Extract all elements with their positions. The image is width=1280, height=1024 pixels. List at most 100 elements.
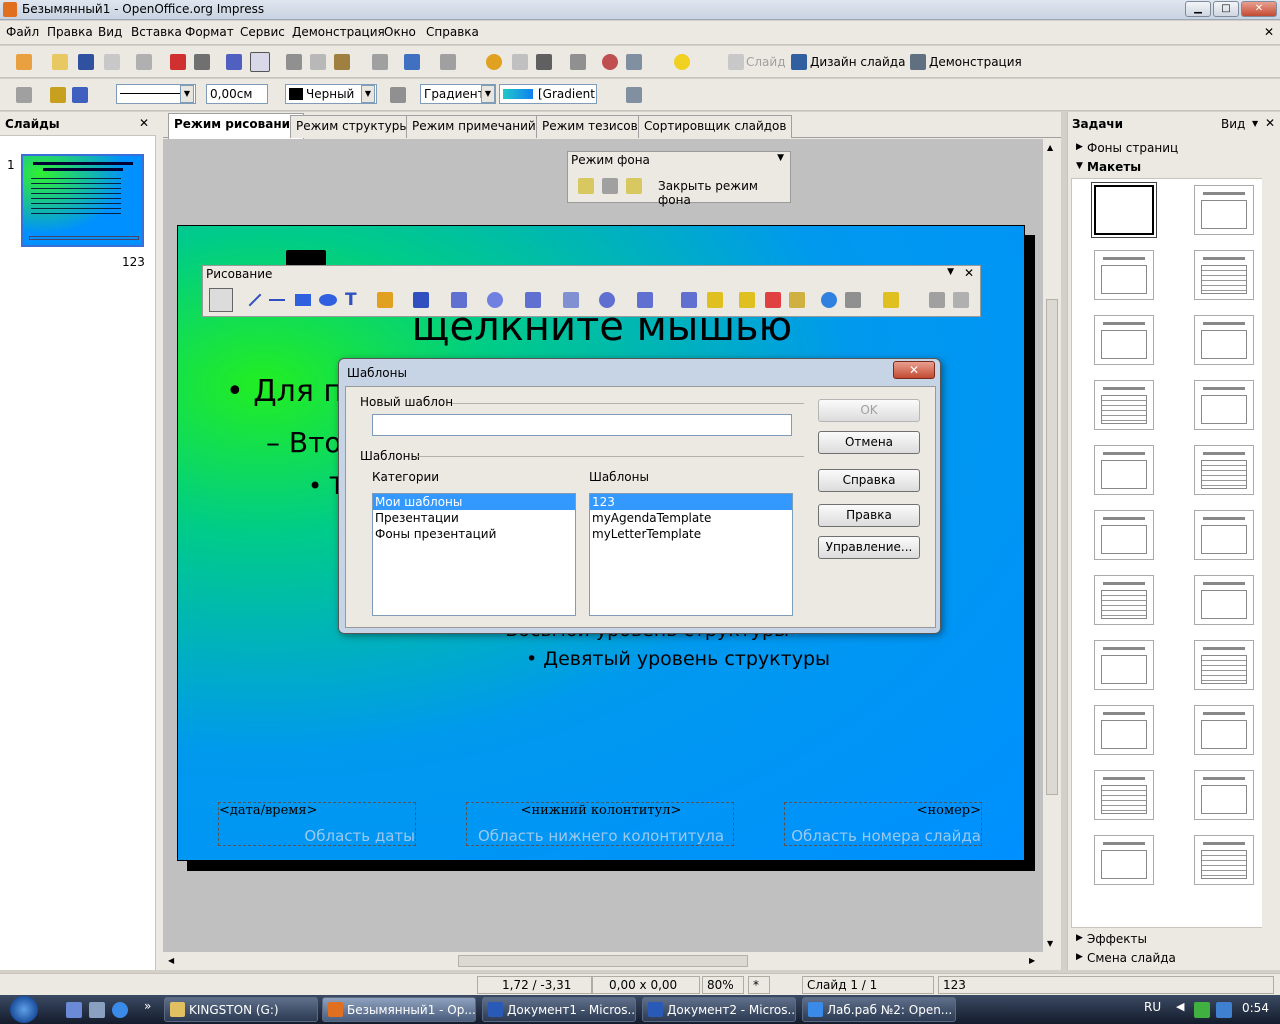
tray-expand-icon[interactable]: ◀ bbox=[1176, 1000, 1184, 1013]
ellipse-tool-icon[interactable] bbox=[319, 294, 337, 306]
gradient-select[interactable]: [Gradient 7 bbox=[499, 84, 597, 104]
cancel-button[interactable]: Отмена bbox=[818, 431, 920, 454]
points-icon[interactable] bbox=[681, 292, 697, 308]
master-pages-section[interactable]: Фоны страниц bbox=[1087, 141, 1178, 155]
text-tool-icon[interactable]: T bbox=[345, 290, 357, 310]
glue-points-icon[interactable] bbox=[707, 292, 723, 308]
layout-title-2text-obj[interactable] bbox=[1194, 575, 1254, 625]
navigator-icon[interactable] bbox=[602, 54, 618, 70]
edit-file-icon[interactable] bbox=[136, 54, 152, 70]
zoom-icon[interactable] bbox=[626, 54, 642, 70]
menu-file[interactable]: Файл bbox=[6, 25, 39, 39]
taskbar-item-word1[interactable]: Документ1 - Micros... bbox=[482, 997, 636, 1022]
spellcheck-icon[interactable] bbox=[226, 54, 242, 70]
tasks-view-menu[interactable]: Вид bbox=[1221, 117, 1245, 131]
rename-master-icon[interactable] bbox=[602, 178, 618, 194]
fontwork-gallery-icon[interactable] bbox=[739, 292, 755, 308]
close-master-view-button[interactable]: Закрыть режим фона bbox=[658, 179, 790, 207]
start-button[interactable] bbox=[0, 995, 56, 1024]
slides-pane-close-button[interactable]: ✕ bbox=[139, 116, 149, 130]
line-color-dropdown[interactable]: ▼ bbox=[361, 85, 375, 103]
layout-title-box[interactable] bbox=[1194, 315, 1254, 365]
flowchart-icon[interactable] bbox=[563, 292, 579, 308]
extrusion-icon[interactable] bbox=[929, 292, 945, 308]
redo-icon[interactable] bbox=[440, 54, 456, 70]
pane-splitter[interactable] bbox=[156, 112, 163, 970]
arrange-icon[interactable] bbox=[883, 292, 899, 308]
taskbar-item-impress[interactable]: Безымянный1 - Op... bbox=[322, 997, 476, 1022]
cut-icon[interactable] bbox=[286, 54, 302, 70]
gallery-icon[interactable] bbox=[789, 292, 805, 308]
chevron-down-icon[interactable]: ▼ bbox=[777, 153, 784, 163]
transition-section[interactable]: Смена слайда bbox=[1087, 951, 1176, 965]
rotate-icon[interactable] bbox=[821, 292, 837, 308]
select-pointer-icon[interactable] bbox=[209, 288, 233, 312]
chevron-down-icon[interactable]: ▼ bbox=[1252, 119, 1258, 128]
outline-level-1[interactable]: • Для п bbox=[226, 374, 343, 409]
layout-title-obj-text-2[interactable] bbox=[1194, 770, 1254, 820]
layout-title-text-obj[interactable] bbox=[1094, 575, 1154, 625]
new-template-input[interactable] bbox=[372, 414, 792, 436]
vertical-scroll-thumb[interactable] bbox=[1046, 299, 1058, 795]
layout-title-clipart-text[interactable] bbox=[1094, 445, 1154, 495]
layout-title-chart-2[interactable] bbox=[1194, 510, 1254, 560]
layout-title-text-chart[interactable] bbox=[1194, 445, 1254, 495]
menu-tools[interactable]: Сервис bbox=[240, 25, 285, 39]
line-icon[interactable] bbox=[50, 87, 66, 103]
layout-blank[interactable] bbox=[1091, 182, 1157, 238]
connector-tool-icon[interactable] bbox=[413, 292, 429, 308]
layout-title-4obj[interactable] bbox=[1094, 770, 1154, 820]
taskbar-item-browser[interactable]: Лаб.раб №2: Open... bbox=[802, 997, 956, 1022]
fill-type-dropdown[interactable]: ▼ bbox=[481, 85, 495, 103]
new-icon[interactable] bbox=[16, 54, 32, 70]
taskbar-item-word2[interactable]: Документ2 - Micros... bbox=[642, 997, 796, 1022]
save-icon[interactable] bbox=[78, 54, 94, 70]
layout-title-only[interactable] bbox=[1194, 185, 1254, 235]
slide-design-button[interactable]: Дизайн слайда bbox=[810, 55, 905, 69]
curve-tool-icon[interactable] bbox=[377, 292, 393, 308]
menu-view[interactable]: Вид bbox=[98, 25, 122, 39]
undo-icon[interactable] bbox=[404, 54, 420, 70]
tab-outline-view[interactable]: Режим структуры bbox=[290, 115, 415, 138]
layout-title-text-clipart[interactable] bbox=[1094, 510, 1154, 560]
line-width-input[interactable]: 0,00см bbox=[206, 84, 268, 104]
internet-explorer-icon[interactable] bbox=[112, 1002, 128, 1018]
language-indicator[interactable]: RU bbox=[1144, 1000, 1161, 1014]
switch-windows-icon[interactable] bbox=[89, 1002, 105, 1018]
layout-title-text[interactable] bbox=[1094, 250, 1154, 300]
scroll-up-icon[interactable]: ▲ bbox=[1047, 143, 1053, 152]
list-item[interactable]: myAgendaTemplate bbox=[590, 510, 792, 526]
slide-button[interactable]: Слайд bbox=[746, 55, 786, 69]
effects-section[interactable]: Эффекты bbox=[1087, 932, 1147, 946]
slideshow-button[interactable]: Демонстрация bbox=[929, 55, 1022, 69]
taskbar-item-kingston[interactable]: KINGSTON (G:) bbox=[164, 997, 318, 1022]
line-tool-icon[interactable] bbox=[248, 293, 262, 307]
scroll-left-icon[interactable]: ◀ bbox=[168, 956, 174, 965]
tasks-pane-close-button[interactable]: ✕ bbox=[1265, 116, 1275, 130]
templates-list[interactable]: 123 myAgendaTemplate myLetterTemplate bbox=[589, 493, 793, 616]
area-icon[interactable] bbox=[390, 87, 406, 103]
rectangle-tool-icon[interactable] bbox=[295, 294, 311, 306]
callouts-icon[interactable] bbox=[599, 292, 615, 308]
vertical-scrollbar[interactable]: ▲ ▼ bbox=[1043, 139, 1061, 952]
layout-title-obj-over[interactable] bbox=[1194, 705, 1254, 755]
dialog-close-button[interactable]: ✕ bbox=[893, 361, 935, 379]
fontwork-icon[interactable] bbox=[536, 54, 552, 70]
master-view-toolbar-header[interactable]: Режим фона ▼ bbox=[568, 152, 790, 170]
menu-insert[interactable]: Вставка bbox=[131, 25, 182, 39]
insert-image-icon[interactable] bbox=[765, 292, 781, 308]
export-pdf-icon[interactable] bbox=[170, 54, 186, 70]
tray-network-icon[interactable] bbox=[1216, 1002, 1232, 1018]
list-item[interactable]: Фоны презентаций bbox=[373, 526, 575, 542]
stars-icon[interactable] bbox=[637, 292, 653, 308]
layout-title-chart[interactable] bbox=[1094, 380, 1154, 430]
format-paintbrush-icon[interactable] bbox=[372, 54, 388, 70]
quicklaunch-expand-icon[interactable]: » bbox=[144, 999, 151, 1013]
shadow-icon[interactable] bbox=[626, 87, 642, 103]
horizontal-scroll-thumb[interactable] bbox=[458, 955, 748, 967]
horizontal-scrollbar[interactable]: ◀ ▶ bbox=[163, 952, 1043, 970]
alignment-icon[interactable] bbox=[845, 292, 861, 308]
close-document-button[interactable]: ✕ bbox=[1264, 25, 1274, 39]
footer-area[interactable]: <нижний колонтитул> Область нижнего коло… bbox=[466, 802, 734, 846]
status-zoom[interactable]: 80% bbox=[702, 976, 744, 994]
